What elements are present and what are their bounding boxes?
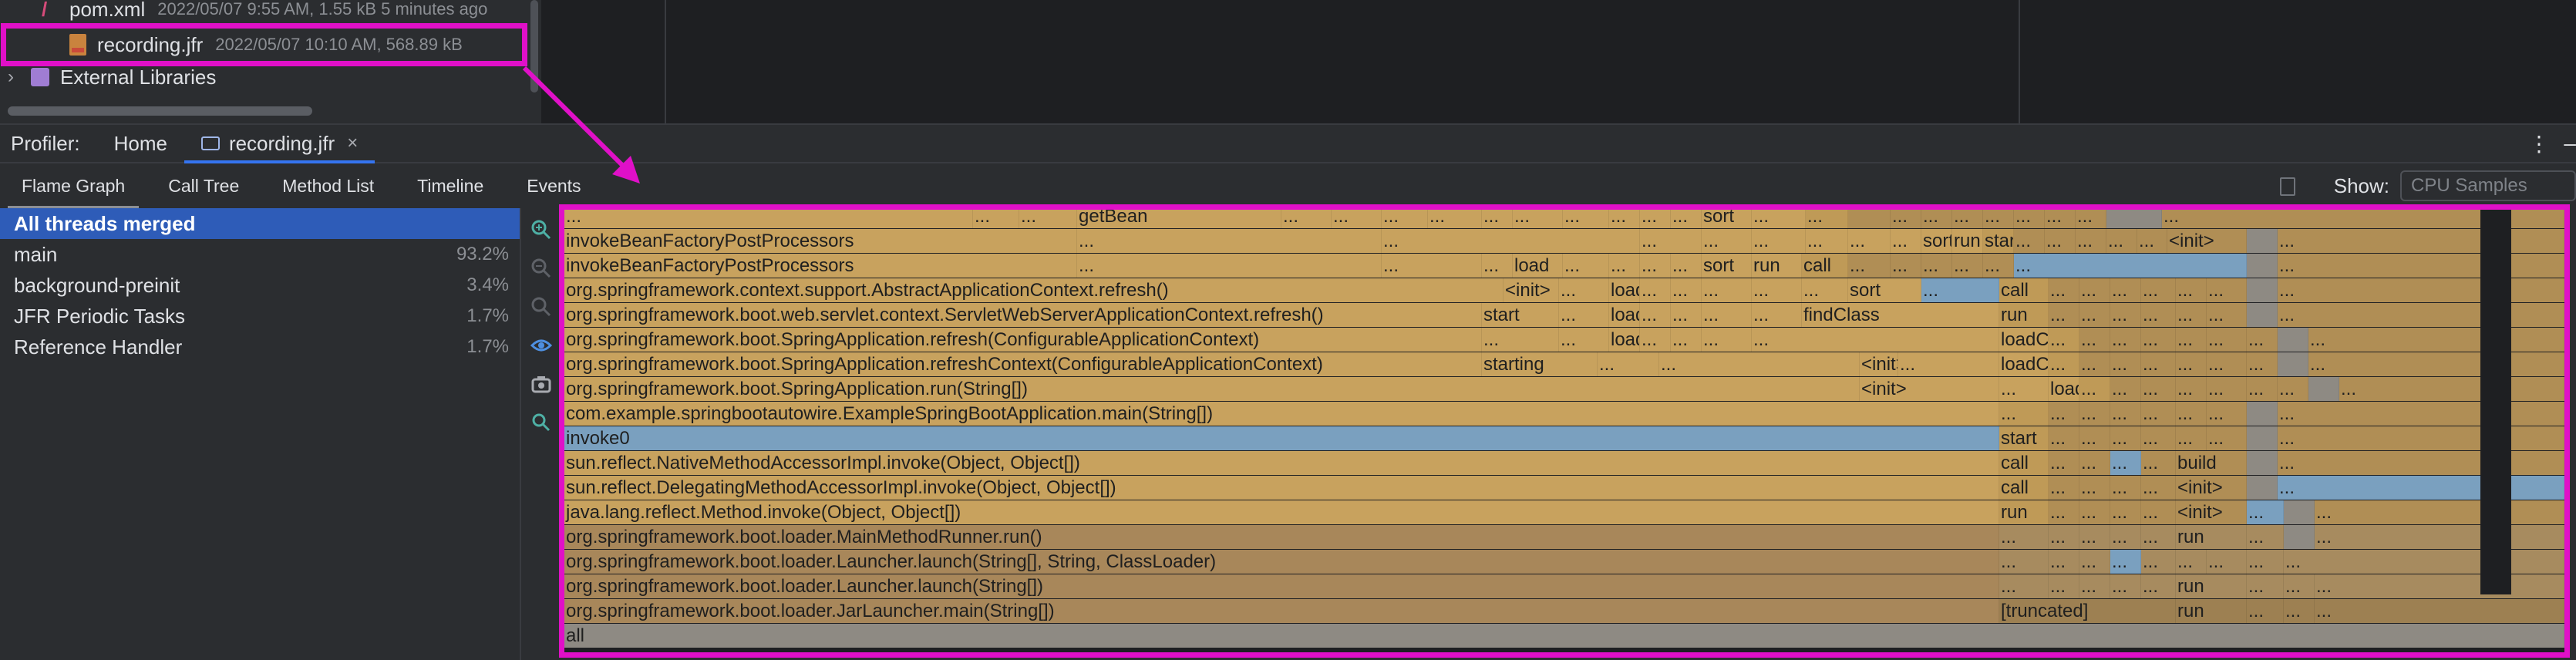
highlight-box-file	[1, 23, 527, 66]
zoom-in-icon[interactable]	[530, 219, 552, 241]
vertical-scrollbar[interactable]	[530, 0, 538, 93]
tree-item-name: pom.xml	[69, 0, 146, 21]
thread-percent: 1.7%	[466, 305, 509, 326]
thread-percent: 3.4%	[466, 274, 509, 295]
thread-name: Reference Handler	[14, 335, 183, 359]
folder-icon	[200, 136, 220, 150]
tab-flame-graph[interactable]: Flame Graph	[0, 163, 146, 208]
thread-name: main	[14, 242, 58, 266]
divider	[665, 0, 666, 123]
thread-item-all[interactable]: All threads merged	[0, 208, 520, 239]
tab-call-tree[interactable]: Call Tree	[146, 163, 261, 208]
view-tabs: Flame Graph Call Tree Method List Timeli…	[0, 163, 2576, 208]
horizontal-scrollbar[interactable]	[8, 106, 312, 116]
show-selector-area: Show: CPU Samples	[2277, 163, 2576, 208]
tree-item-pom[interactable]: / pom.xml 2022/05/07 9:55 AM, 1.55 kB 5 …	[42, 0, 487, 26]
tab-label: Home	[113, 131, 167, 155]
maven-icon: /	[42, 0, 48, 21]
zoom-reset-icon[interactable]	[530, 296, 552, 318]
thread-percent: 93.2%	[456, 244, 509, 264]
divider	[2019, 0, 2020, 123]
more-options-icon[interactable]: ⋮	[2528, 131, 2550, 157]
profiler-header: Profiler: Home recording.jfr × ⋮ –	[0, 123, 2576, 163]
show-dropdown[interactable]: CPU Samples	[2400, 170, 2576, 201]
eye-icon[interactable]	[530, 335, 552, 356]
camera-icon[interactable]	[530, 373, 552, 395]
zoom-out-icon[interactable]	[530, 258, 552, 279]
minimize-icon[interactable]: –	[2564, 131, 2576, 156]
search-icon[interactable]	[530, 412, 552, 433]
flame-toolbar	[521, 208, 560, 660]
thread-name: JFR Periodic Tasks	[14, 304, 186, 328]
thread-item-jfr-periodic[interactable]: JFR Periodic Tasks 1.7%	[0, 301, 520, 332]
close-icon[interactable]: ×	[347, 133, 358, 154]
show-label: Show:	[2333, 173, 2389, 197]
library-icon	[31, 68, 49, 86]
thread-item-main[interactable]: main 93.2%	[0, 239, 520, 270]
tab-recording[interactable]: recording.jfr ×	[184, 125, 375, 163]
chevron-right-icon[interactable]: ›	[8, 66, 31, 88]
pin-icon[interactable]	[2277, 176, 2297, 196]
highlight-box-flame-graph	[559, 204, 2570, 658]
tab-timeline[interactable]: Timeline	[396, 163, 505, 208]
thread-percent: 1.7%	[466, 336, 509, 357]
ide-window: / pom.xml 2022/05/07 9:55 AM, 1.55 kB 5 …	[0, 0, 2576, 660]
tree-item-name: External Libraries	[60, 65, 217, 89]
thread-item-background-preinit[interactable]: background-preinit 3.4%	[0, 270, 520, 301]
editor-area	[541, 0, 2576, 123]
thread-item-reference-handler[interactable]: Reference Handler 1.7%	[0, 332, 520, 362]
thread-name: background-preinit	[14, 273, 180, 297]
tab-events[interactable]: Events	[505, 163, 602, 208]
tab-home[interactable]: Home	[97, 125, 184, 162]
tree-item-meta: 2022/05/07 9:55 AM, 1.55 kB 5 minutes ag…	[157, 0, 488, 19]
tab-label: recording.jfr	[228, 131, 335, 155]
tab-method-list[interactable]: Method List	[261, 163, 396, 208]
profiler-label: Profiler:	[11, 131, 80, 155]
thread-list: All threads merged main 93.2% background…	[0, 208, 521, 660]
thread-name: All threads merged	[14, 211, 196, 235]
